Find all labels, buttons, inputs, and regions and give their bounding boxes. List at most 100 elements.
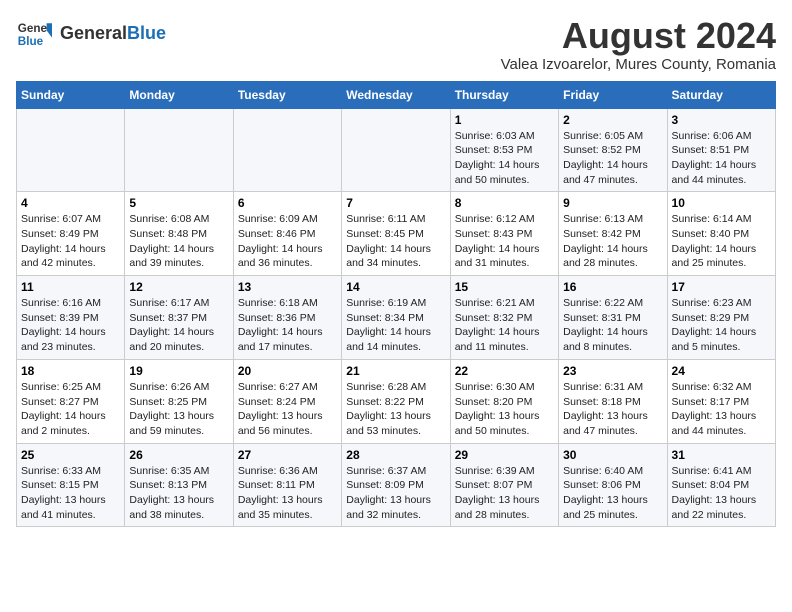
calendar-cell: 28Sunrise: 6:37 AM Sunset: 8:09 PM Dayli… <box>342 443 450 527</box>
calendar-body: 1 Sunrise: 6:03 AM Sunset: 8:53 PM Daylig… <box>17 108 776 527</box>
day-number: 22 <box>455 364 554 378</box>
calendar-cell: 7 Sunrise: 6:11 AM Sunset: 8:45 PM Daylig… <box>342 192 450 276</box>
calendar-cell <box>125 108 233 192</box>
day-content: Sunrise: 6:14 AM Sunset: 8:40 PM Dayligh… <box>672 212 771 271</box>
day-number: 31 <box>672 448 771 462</box>
day-content: Sunrise: 6:31 AM Sunset: 8:18 PM Dayligh… <box>563 380 662 439</box>
calendar-cell: 12Sunrise: 6:17 AM Sunset: 8:37 PM Dayli… <box>125 276 233 360</box>
day-number: 23 <box>563 364 662 378</box>
day-number: 3 <box>672 113 771 127</box>
calendar-cell: 13Sunrise: 6:18 AM Sunset: 8:36 PM Dayli… <box>233 276 341 360</box>
day-number: 16 <box>563 280 662 294</box>
calendar-cell: 11Sunrise: 6:16 AM Sunset: 8:39 PM Dayli… <box>17 276 125 360</box>
day-content: Sunrise: 6:41 AM Sunset: 8:04 PM Dayligh… <box>672 464 771 523</box>
day-content: Sunrise: 6:08 AM Sunset: 8:48 PM Dayligh… <box>129 212 228 271</box>
day-content: Sunrise: 6:12 AM Sunset: 8:43 PM Dayligh… <box>455 212 554 271</box>
calendar-cell: 14 Sunrise: 6:19 AM Sunset: 8:34 PM Dayli… <box>342 276 450 360</box>
day-number: 30 <box>563 448 662 462</box>
day-content: Sunrise: 6:19 AM Sunset: 8:34 PM Dayligh… <box>346 296 445 355</box>
calendar-cell <box>233 108 341 192</box>
day-number: 15 <box>455 280 554 294</box>
day-content: Sunrise: 6:03 AM Sunset: 8:53 PM Dayligh… <box>455 129 554 188</box>
day-content: Sunrise: 6:13 AM Sunset: 8:42 PM Dayligh… <box>563 212 662 271</box>
calendar-cell <box>342 108 450 192</box>
day-content: Sunrise: 6:22 AM Sunset: 8:31 PM Dayligh… <box>563 296 662 355</box>
day-content: Sunrise: 6:07 AM Sunset: 8:49 PM Dayligh… <box>21 212 120 271</box>
calendar-cell: 4 Sunrise: 6:07 AM Sunset: 8:49 PM Daylig… <box>17 192 125 276</box>
day-content: Sunrise: 6:18 AM Sunset: 8:36 PM Dayligh… <box>238 296 337 355</box>
day-number: 18 <box>21 364 120 378</box>
day-content: Sunrise: 6:09 AM Sunset: 8:46 PM Dayligh… <box>238 212 337 271</box>
day-content: Sunrise: 6:37 AM Sunset: 8:09 PM Dayligh… <box>346 464 445 523</box>
calendar-cell: 21 Sunrise: 6:28 AM Sunset: 8:22 PM Dayli… <box>342 359 450 443</box>
day-number: 20 <box>238 364 337 378</box>
weekday-header-sunday: Sunday <box>17 81 125 108</box>
logo: General Blue GeneralBlue <box>16 16 166 52</box>
calendar-cell: 9 Sunrise: 6:13 AM Sunset: 8:42 PM Daylig… <box>559 192 667 276</box>
day-content: Sunrise: 6:21 AM Sunset: 8:32 PM Dayligh… <box>455 296 554 355</box>
day-content: Sunrise: 6:28 AM Sunset: 8:22 PM Dayligh… <box>346 380 445 439</box>
day-number: 17 <box>672 280 771 294</box>
weekday-header-saturday: Saturday <box>667 81 775 108</box>
day-number: 10 <box>672 196 771 210</box>
svg-text:Blue: Blue <box>18 35 44 48</box>
calendar-cell: 5 Sunrise: 6:08 AM Sunset: 8:48 PM Daylig… <box>125 192 233 276</box>
day-number: 27 <box>238 448 337 462</box>
calendar-cell: 6 Sunrise: 6:09 AM Sunset: 8:46 PM Daylig… <box>233 192 341 276</box>
calendar-cell: 16 Sunrise: 6:22 AM Sunset: 8:31 PM Dayli… <box>559 276 667 360</box>
calendar-header: SundayMondayTuesdayWednesdayThursdayFrid… <box>17 81 776 108</box>
calendar-cell: 23 Sunrise: 6:31 AM Sunset: 8:18 PM Dayli… <box>559 359 667 443</box>
logo-general-text: General <box>60 23 127 43</box>
day-number: 21 <box>346 364 445 378</box>
weekday-row: SundayMondayTuesdayWednesdayThursdayFrid… <box>17 81 776 108</box>
weekday-header-monday: Monday <box>125 81 233 108</box>
day-number: 9 <box>563 196 662 210</box>
day-number: 6 <box>238 196 337 210</box>
day-number: 8 <box>455 196 554 210</box>
calendar-cell: 18 Sunrise: 6:25 AM Sunset: 8:27 PM Dayli… <box>17 359 125 443</box>
calendar-cell: 26Sunrise: 6:35 AM Sunset: 8:13 PM Dayli… <box>125 443 233 527</box>
weekday-header-tuesday: Tuesday <box>233 81 341 108</box>
day-number: 25 <box>21 448 120 462</box>
day-content: Sunrise: 6:11 AM Sunset: 8:45 PM Dayligh… <box>346 212 445 271</box>
calendar-cell: 17 Sunrise: 6:23 AM Sunset: 8:29 PM Dayli… <box>667 276 775 360</box>
day-number: 26 <box>129 448 228 462</box>
calendar-cell: 15 Sunrise: 6:21 AM Sunset: 8:32 PM Dayli… <box>450 276 558 360</box>
subtitle: Valea Izvoarelor, Mures County, Romania <box>501 56 776 73</box>
logo-icon: General Blue <box>16 16 52 52</box>
day-content: Sunrise: 6:23 AM Sunset: 8:29 PM Dayligh… <box>672 296 771 355</box>
calendar-cell <box>17 108 125 192</box>
calendar-week-4: 18 Sunrise: 6:25 AM Sunset: 8:27 PM Dayli… <box>17 359 776 443</box>
calendar-cell: 29 Sunrise: 6:39 AM Sunset: 8:07 PM Dayli… <box>450 443 558 527</box>
calendar-cell: 25 Sunrise: 6:33 AM Sunset: 8:15 PM Dayli… <box>17 443 125 527</box>
calendar-table: SundayMondayTuesdayWednesdayThursdayFrid… <box>16 81 776 528</box>
calendar-cell: 20Sunrise: 6:27 AM Sunset: 8:24 PM Dayli… <box>233 359 341 443</box>
logo-blue-text: Blue <box>127 23 166 43</box>
calendar-week-3: 11Sunrise: 6:16 AM Sunset: 8:39 PM Dayli… <box>17 276 776 360</box>
day-content: Sunrise: 6:33 AM Sunset: 8:15 PM Dayligh… <box>21 464 120 523</box>
calendar-cell: 2Sunrise: 6:05 AM Sunset: 8:52 PM Daylig… <box>559 108 667 192</box>
day-number: 1 <box>455 113 554 127</box>
day-content: Sunrise: 6:06 AM Sunset: 8:51 PM Dayligh… <box>672 129 771 188</box>
calendar-week-1: 1 Sunrise: 6:03 AM Sunset: 8:53 PM Daylig… <box>17 108 776 192</box>
day-content: Sunrise: 6:26 AM Sunset: 8:25 PM Dayligh… <box>129 380 228 439</box>
calendar-cell: 10 Sunrise: 6:14 AM Sunset: 8:40 PM Dayli… <box>667 192 775 276</box>
day-content: Sunrise: 6:25 AM Sunset: 8:27 PM Dayligh… <box>21 380 120 439</box>
calendar-cell: 24Sunrise: 6:32 AM Sunset: 8:17 PM Dayli… <box>667 359 775 443</box>
calendar-cell: 3 Sunrise: 6:06 AM Sunset: 8:51 PM Daylig… <box>667 108 775 192</box>
calendar-week-2: 4 Sunrise: 6:07 AM Sunset: 8:49 PM Daylig… <box>17 192 776 276</box>
day-number: 5 <box>129 196 228 210</box>
day-number: 2 <box>563 113 662 127</box>
calendar-week-5: 25 Sunrise: 6:33 AM Sunset: 8:15 PM Dayli… <box>17 443 776 527</box>
weekday-header-thursday: Thursday <box>450 81 558 108</box>
title-block: August 2024 Valea Izvoarelor, Mures Coun… <box>501 16 776 73</box>
day-number: 7 <box>346 196 445 210</box>
day-number: 14 <box>346 280 445 294</box>
day-number: 4 <box>21 196 120 210</box>
day-number: 19 <box>129 364 228 378</box>
day-content: Sunrise: 6:39 AM Sunset: 8:07 PM Dayligh… <box>455 464 554 523</box>
day-number: 29 <box>455 448 554 462</box>
calendar-cell: 31 Sunrise: 6:41 AM Sunset: 8:04 PM Dayli… <box>667 443 775 527</box>
calendar-cell: 27Sunrise: 6:36 AM Sunset: 8:11 PM Dayli… <box>233 443 341 527</box>
calendar-cell: 8 Sunrise: 6:12 AM Sunset: 8:43 PM Daylig… <box>450 192 558 276</box>
